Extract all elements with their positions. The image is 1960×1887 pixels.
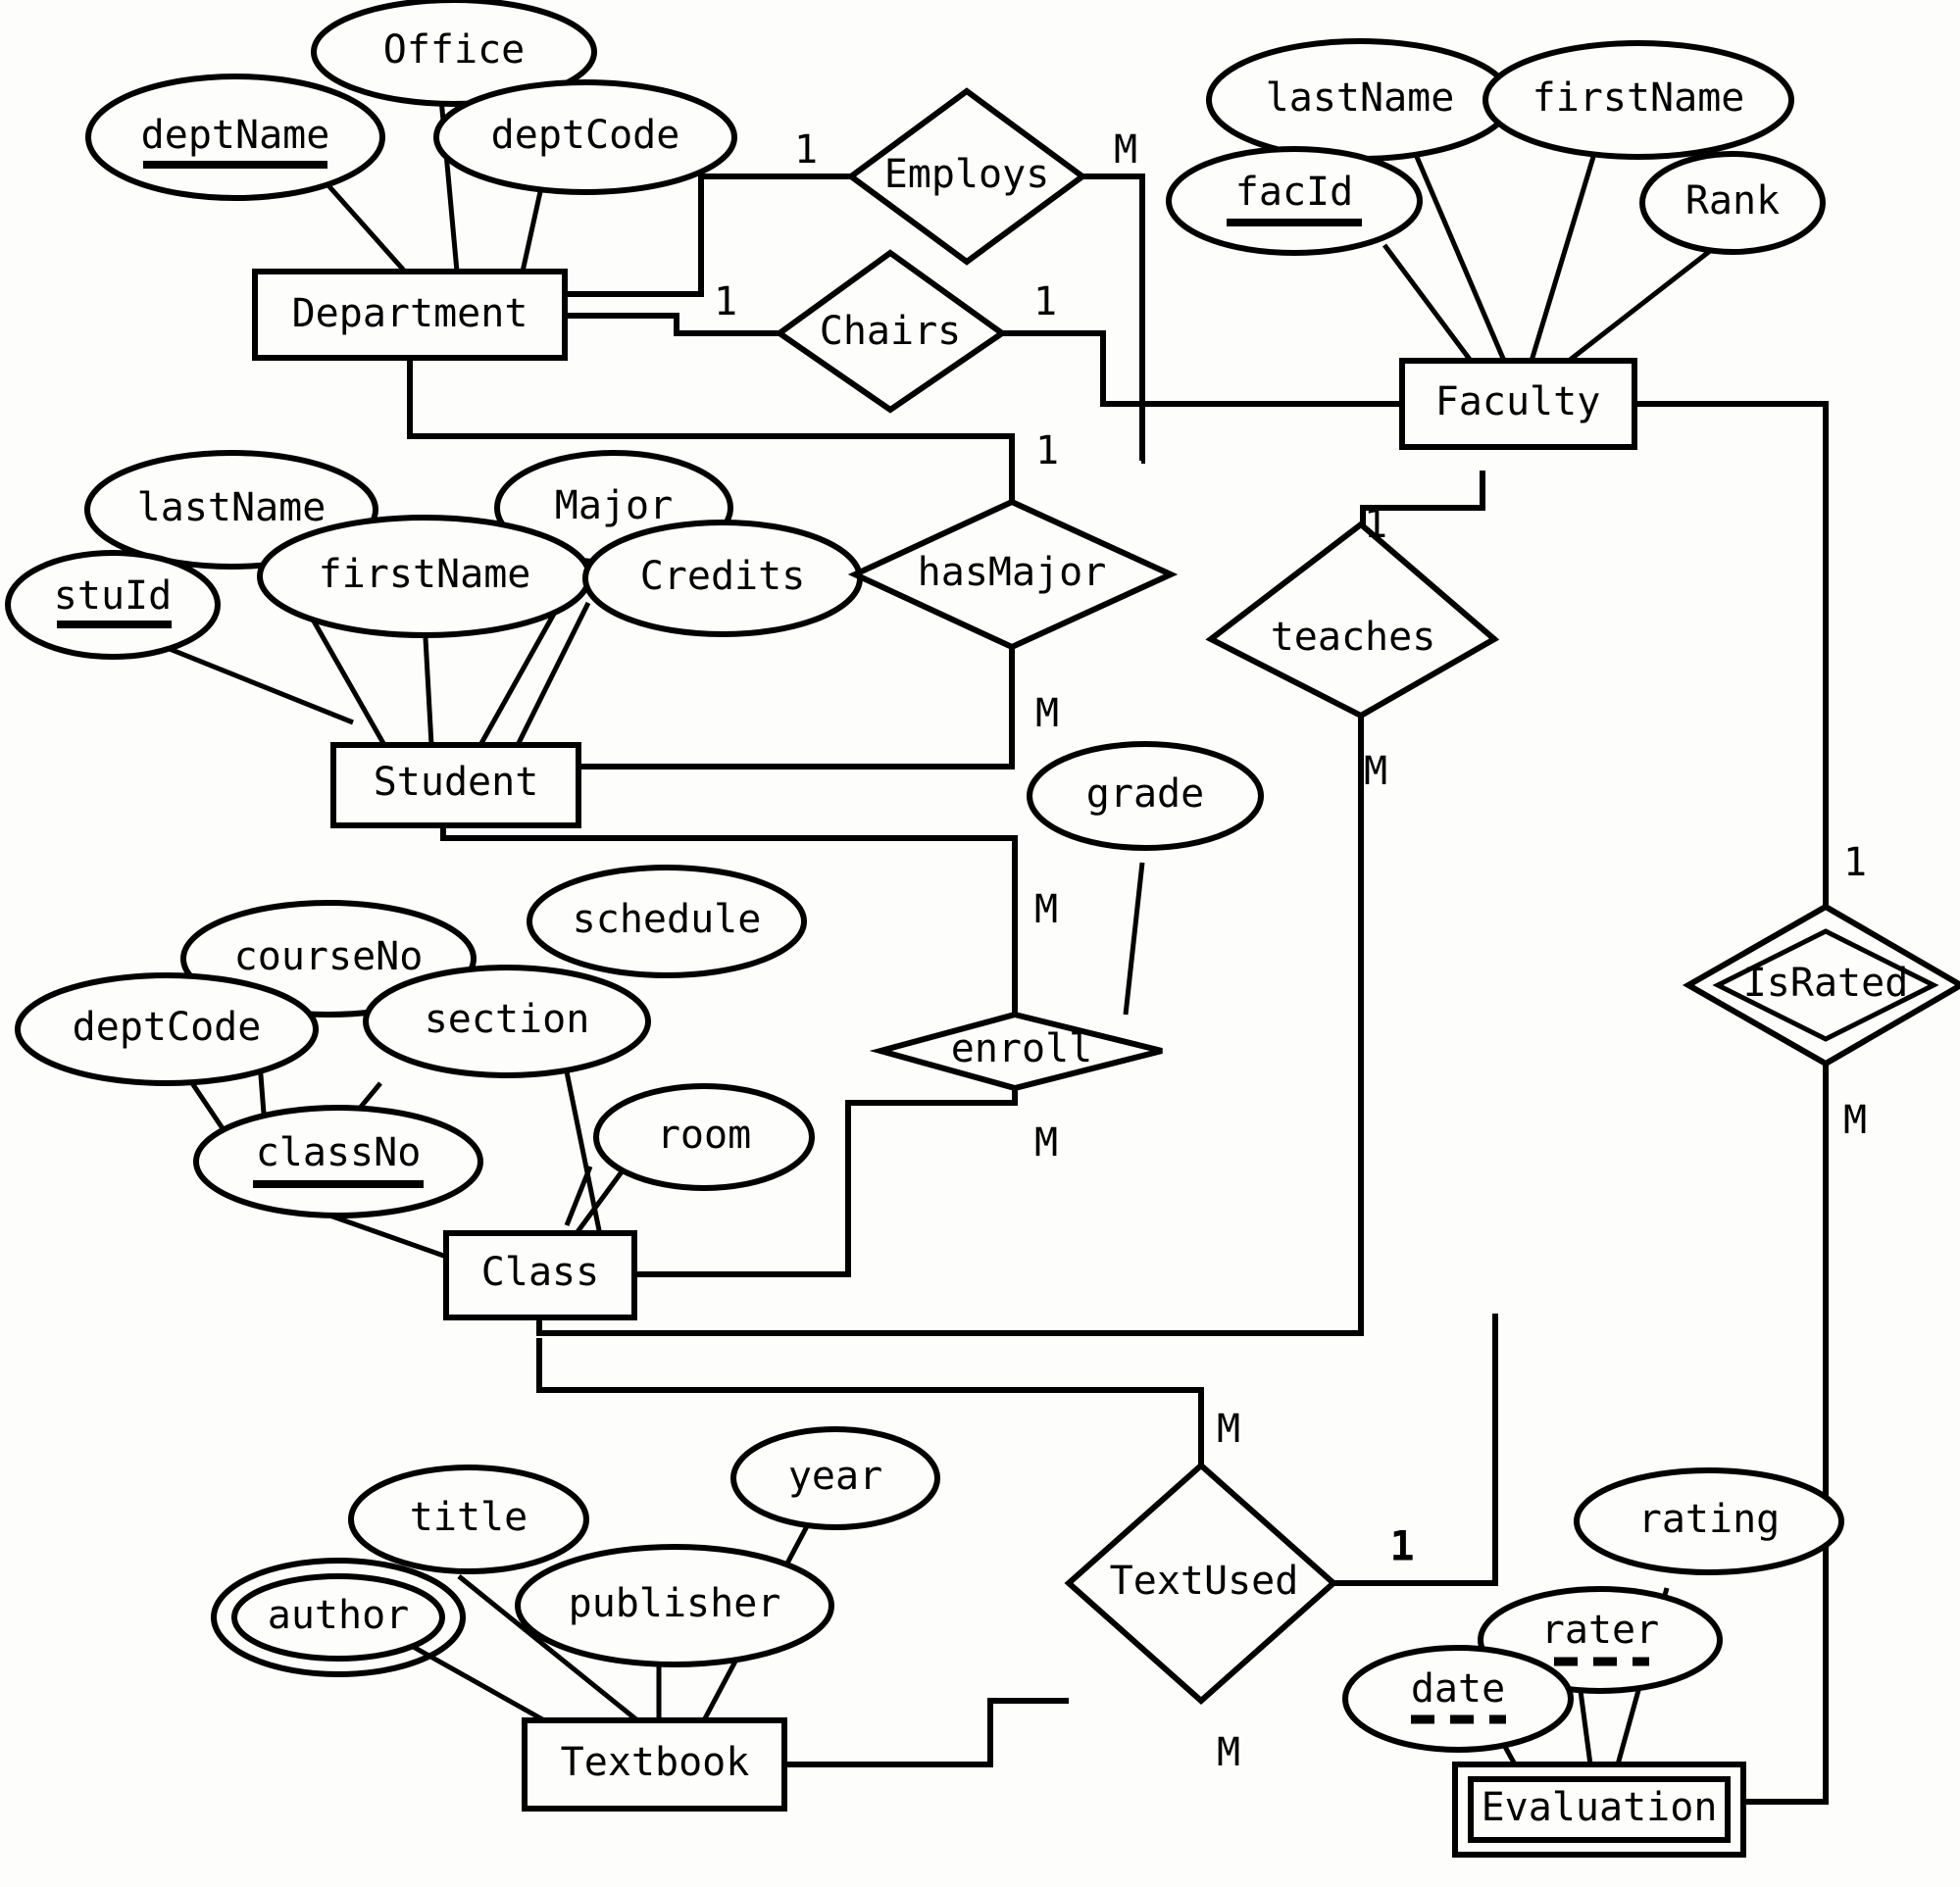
entity-class-group[interactable]: courseNo schedule deptCode section room … <box>15 865 815 1320</box>
attribute-rater-label: rater <box>1541 1608 1659 1653</box>
relationship-israted-label: IsRated <box>1743 961 1909 1006</box>
attribute-major-label: Major <box>555 483 673 528</box>
cardinality-textused-bottom: M <box>1217 1730 1240 1775</box>
relationship-teaches-group[interactable]: teaches 1 M <box>1205 502 1500 794</box>
relationship-enroll-label: enroll <box>951 1026 1093 1071</box>
attribute-faculty-lastname-label: lastName <box>1266 75 1455 121</box>
attribute-class-deptcode-label: deptCode <box>73 1005 262 1050</box>
cardinality-israted-top: 1 <box>1843 840 1867 885</box>
entity-class-label: Class <box>481 1250 599 1295</box>
entity-textbook-group[interactable]: year title publisher author Textbook <box>211 1426 940 1812</box>
edge-faculty-lastname <box>1414 156 1507 362</box>
cardinality-employs-right: M <box>1114 127 1137 173</box>
cardinality-employs-left: 1 <box>794 127 818 173</box>
attribute-student-lastname-label: lastName <box>137 485 327 530</box>
attribute-office-label: Office <box>383 27 526 73</box>
entity-evaluation-label: Evaluation <box>1482 1785 1718 1830</box>
attribute-date-label: date <box>1411 1666 1505 1712</box>
attribute-facid-label: facId <box>1235 170 1353 215</box>
edge-israted-evaluation <box>1743 1064 1829 1805</box>
edge-faculty-firstname <box>1529 156 1596 362</box>
edge-textbook-textused <box>784 1698 1069 1767</box>
cardinality-textused-top: M <box>1217 1407 1240 1452</box>
attribute-deptcode-label: deptCode <box>491 113 680 158</box>
edge-employs-faculty <box>1082 174 1145 464</box>
entity-textbook-label: Textbook <box>561 1740 750 1785</box>
attribute-year-label: year <box>788 1454 882 1499</box>
edge-enroll-grade <box>1123 862 1145 1016</box>
edge-faculty-facid <box>1382 243 1474 363</box>
attribute-section-label: section <box>425 997 590 1042</box>
entity-department-group[interactable]: deptName Office deptCode Department <box>85 0 737 361</box>
attribute-schedule-label: schedule <box>573 897 762 942</box>
attribute-stuid-label: stuId <box>54 573 172 619</box>
attribute-publisher-label: publisher <box>569 1581 781 1626</box>
edge-faculty-rank <box>1567 249 1712 363</box>
attribute-rating-label: rating <box>1638 1497 1781 1542</box>
entity-faculty-label: Faculty <box>1435 379 1601 424</box>
attribute-author-label: author <box>268 1593 410 1638</box>
cardinality-hasmajor-bottom: M <box>1035 691 1059 736</box>
attribute-credits-label: Credits <box>640 554 806 599</box>
entity-department-label: Department <box>292 291 528 336</box>
attribute-rank-label: Rank <box>1685 178 1780 223</box>
attribute-title-label: title <box>410 1495 528 1540</box>
relationship-chairs-label: Chairs <box>820 309 962 354</box>
relationship-teaches-label: teaches <box>1271 615 1436 660</box>
attribute-courseno-label: courseNo <box>234 934 424 979</box>
attribute-classno-label: classNo <box>256 1130 422 1175</box>
relationship-employs-label: Employs <box>884 152 1050 197</box>
edge-chairs-faculty <box>1002 330 1402 407</box>
cardinality-textused-right: 1 <box>1389 1522 1414 1570</box>
cardinality-enroll-top: M <box>1034 887 1058 932</box>
relationship-textused-label: TextUsed <box>1110 1559 1299 1604</box>
cardinality-hasmajor-top: 1 <box>1035 428 1059 473</box>
cardinality-israted-bottom: M <box>1843 1098 1867 1143</box>
attribute-room-label: room <box>657 1113 751 1158</box>
edge-faculty-israted <box>1634 401 1829 907</box>
cardinality-enroll-bottom: M <box>1034 1120 1058 1166</box>
attribute-student-firstname-label: firstName <box>319 552 531 597</box>
cardinality-teaches-top: 1 <box>1364 502 1387 547</box>
entity-faculty-group[interactable]: lastName firstName facId Rank Faculty <box>1166 38 1826 450</box>
attribute-faculty-firstname-label: firstName <box>1533 75 1745 121</box>
cardinality-teaches-bottom: M <box>1364 749 1387 794</box>
er-diagram-canvas: deptName Office deptCode Department Empl… <box>0 0 1960 1887</box>
attribute-grade-label: grade <box>1086 771 1204 817</box>
entity-evaluation-group[interactable]: rating rater date Evaluation <box>1342 1467 1844 1858</box>
relationship-hasmajor-label: hasMajor <box>918 550 1107 595</box>
attribute-deptname-label: deptName <box>141 113 330 158</box>
entity-student-label: Student <box>374 760 539 805</box>
edge-hasmajor-student <box>578 647 1015 770</box>
er-diagram-svg: deptName Office deptCode Department Empl… <box>5 0 1960 1858</box>
cardinality-chairs-right: 1 <box>1033 279 1057 324</box>
cardinality-chairs-left: 1 <box>714 279 737 324</box>
